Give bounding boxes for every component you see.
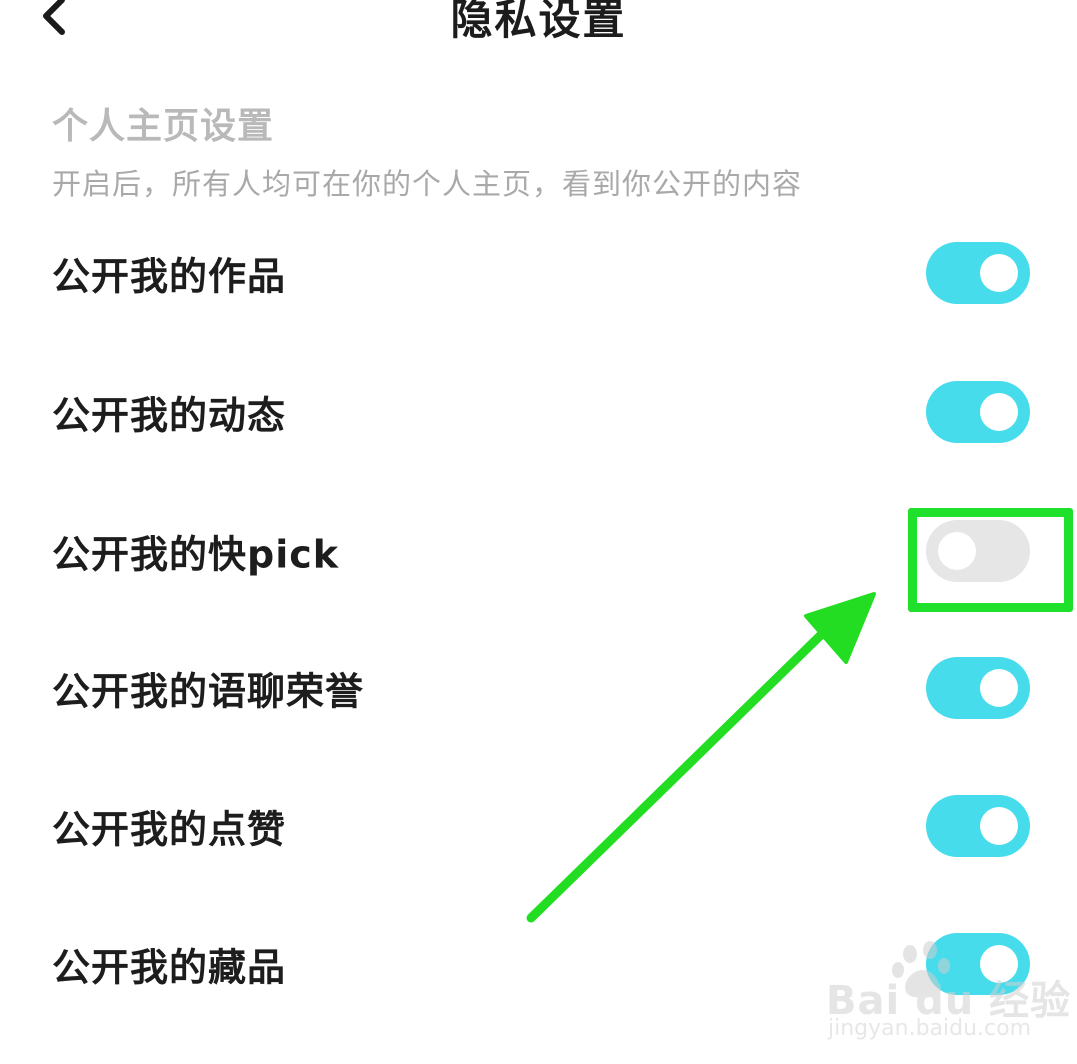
- setting-row-works: 公开我的作品: [0, 218, 1077, 328]
- page-title: 隐私设置: [450, 0, 627, 44]
- toggle-knob: [980, 669, 1018, 707]
- setting-row-voice-chat-honors: 公开我的语聊荣誉: [0, 633, 1077, 743]
- setting-label: 公开我的藏品: [52, 945, 287, 990]
- highlight-box: [908, 508, 1073, 612]
- toggle-knob: [980, 807, 1018, 845]
- setting-label: 公开我的点赞: [52, 807, 287, 852]
- toggle-switch[interactable]: [926, 381, 1030, 443]
- toggle-switch[interactable]: [926, 242, 1030, 304]
- setting-label: 公开我的动态: [52, 393, 287, 438]
- section-title: 个人主页设置: [52, 106, 275, 147]
- toggle-switch[interactable]: [926, 657, 1030, 719]
- setting-row-likes: 公开我的点赞: [0, 771, 1077, 881]
- toggle-knob: [980, 254, 1018, 292]
- setting-label: 公开我的语聊荣誉: [52, 669, 365, 714]
- setting-row-moments: 公开我的动态: [0, 357, 1077, 467]
- baidu-jingyan-watermark: Bai du 经验 jingyan.baidu.com: [826, 941, 1070, 1044]
- setting-label: 公开我的快pick: [52, 532, 340, 577]
- toggle-switch[interactable]: [926, 795, 1030, 857]
- section-description: 开启后，所有人均可在你的个人主页，看到你公开的内容: [52, 167, 803, 201]
- watermark-url: jingyan.baidu.com: [828, 1016, 1032, 1041]
- setting-label: 公开我的作品: [52, 254, 287, 299]
- toggle-knob: [980, 393, 1018, 431]
